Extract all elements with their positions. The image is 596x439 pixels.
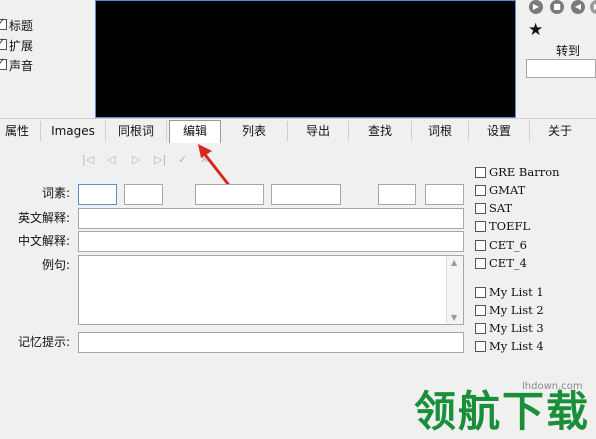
cet4-checkbox[interactable]	[475, 258, 486, 269]
cet4-label: CET_4	[489, 256, 527, 270]
gmat-label: GMAT	[489, 183, 526, 197]
edit-icon[interactable]: ✓	[178, 153, 187, 166]
chinese-input[interactable]	[78, 231, 464, 252]
last-icon[interactable]: ▷|	[154, 153, 166, 166]
first-icon[interactable]: |◁	[82, 153, 94, 166]
my-list-2-label: My List 2	[489, 303, 544, 317]
chinese-label: 中文解释:	[17, 234, 70, 248]
english-input[interactable]	[78, 208, 464, 229]
expand-checkbox[interactable]	[0, 37, 7, 50]
gmat-checkbox[interactable]	[475, 185, 486, 196]
scroll-down-icon[interactable]: ▼	[451, 313, 457, 322]
tab-settings[interactable]: 设置	[469, 121, 530, 141]
video-area	[95, 0, 516, 118]
my-list-1-checkbox[interactable]	[475, 287, 486, 298]
goto-input[interactable]	[526, 59, 596, 78]
gre-label: GRE Barron	[489, 165, 560, 179]
sat-label: SAT	[489, 201, 513, 215]
my-list-3-label: My List 3	[489, 321, 544, 335]
next-icon[interactable]: ▷	[132, 153, 140, 166]
watermark-logo: 领航下载	[414, 387, 591, 436]
my-list-4-label: My List 4	[489, 339, 544, 353]
toefl-label: TOEFL	[489, 219, 531, 233]
divider	[0, 118, 596, 119]
prev-icon[interactable]: ◁	[107, 153, 115, 166]
play-icon[interactable]: ▶	[529, 0, 543, 14]
morpheme-label: 词素:	[41, 186, 70, 200]
tab-properties[interactable]: 属性	[0, 121, 41, 141]
my-list-1-label: My List 1	[489, 285, 544, 299]
gre-checkbox[interactable]	[475, 167, 486, 178]
forward-icon[interactable]: ▶	[590, 0, 596, 14]
my-list-4-checkbox[interactable]	[475, 341, 486, 352]
title-label: 标题	[9, 19, 34, 33]
memory-label: 记忆提示:	[17, 335, 70, 349]
my-list-2-checkbox[interactable]	[475, 305, 486, 316]
sat-checkbox[interactable]	[475, 203, 486, 214]
english-label: 英文解释:	[17, 211, 70, 225]
morpheme-input-5[interactable]	[378, 184, 416, 205]
my-list-3-checkbox[interactable]	[475, 323, 486, 334]
tab-images[interactable]: Images	[41, 121, 106, 141]
stop-icon[interactable]: ■	[550, 0, 564, 14]
scroll-up-icon[interactable]: ▲	[451, 258, 457, 267]
goto-label: 转到	[556, 44, 581, 58]
morpheme-input-2[interactable]	[124, 184, 163, 205]
morpheme-input-3[interactable]	[195, 184, 264, 205]
tab-about[interactable]: 关于	[530, 121, 590, 141]
sound-label: 声音	[9, 59, 34, 73]
morpheme-input-1[interactable]	[78, 184, 117, 205]
example-label: 例句:	[41, 258, 70, 272]
media-panel: ▶ ■ ◀ ▶ ★ 转到	[526, 0, 596, 116]
star-icon[interactable]: ★	[528, 20, 543, 40]
tab-find[interactable]: 查找	[349, 121, 412, 141]
sound-checkbox[interactable]	[0, 57, 7, 70]
tab-cognates[interactable]: 同根词	[106, 121, 167, 141]
title-checkbox[interactable]	[0, 17, 7, 30]
morpheme-input-6[interactable]	[425, 184, 464, 205]
back-icon[interactable]: ◀	[571, 0, 585, 14]
example-textarea[interactable]: ▲ ▼	[78, 255, 464, 325]
cet6-label: CET_6	[489, 238, 527, 252]
tab-export[interactable]: 导出	[288, 121, 349, 141]
example-scrollbar[interactable]: ▲ ▼	[446, 256, 463, 324]
pointer-arrow-icon	[198, 144, 230, 186]
memory-input[interactable]	[78, 332, 464, 353]
cet6-checkbox[interactable]	[475, 240, 486, 251]
tab-root[interactable]: 词根	[412, 121, 469, 141]
morpheme-input-4[interactable]	[271, 184, 341, 205]
toefl-checkbox[interactable]	[475, 221, 486, 232]
expand-label: 扩展	[9, 39, 34, 53]
